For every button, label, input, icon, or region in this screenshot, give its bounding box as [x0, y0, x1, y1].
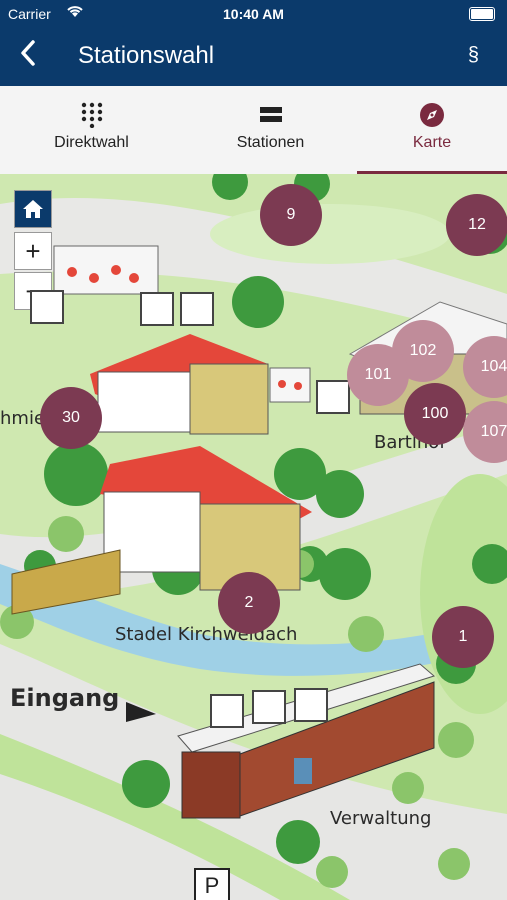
restroom-sign-icon — [252, 690, 286, 724]
baby-change-sign-icon — [180, 292, 214, 326]
map-label-eingang: Eingang — [10, 684, 120, 712]
tab-stationen-label: Stationen — [236, 134, 305, 151]
restroom-sign-icon — [140, 292, 174, 326]
navigation-bar: Stationswahl § — [0, 28, 507, 86]
dialpad-icon — [81, 102, 102, 128]
legal-button[interactable]: § — [468, 44, 479, 67]
zoom-in-button[interactable]: + — [14, 232, 52, 270]
back-button[interactable] — [18, 38, 38, 76]
compass-icon — [420, 103, 444, 127]
map-background — [0, 174, 507, 900]
flower-sign-icon — [316, 380, 350, 414]
map-view[interactable]: + − hmiede Bartlhof Stadel Kirchweidach … — [0, 174, 507, 900]
tab-stationen[interactable]: Stationen — [186, 86, 355, 174]
station-marker-30[interactable]: 30 — [40, 387, 102, 449]
battery-icon — [469, 7, 495, 21]
station-marker-9[interactable]: 9 — [260, 184, 322, 246]
parking-sign: P — [194, 868, 230, 900]
tab-bar: Direktwahl Stationen Karte — [0, 86, 507, 175]
status-bar: Carrier 10:40 AM — [0, 0, 507, 28]
station-marker-2[interactable]: 2 — [218, 572, 280, 634]
station-marker-101[interactable]: 101 — [347, 344, 409, 406]
station-marker-100[interactable]: 100 — [404, 383, 466, 445]
clock: 10:40 AM — [223, 6, 284, 22]
flower-sign-icon — [30, 290, 64, 324]
tab-direktwahl[interactable]: Direktwahl — [7, 86, 176, 174]
home-button[interactable] — [14, 190, 52, 228]
wc-accessible-sign-icon — [294, 688, 328, 722]
map-label-verwaltung: Verwaltung — [330, 808, 432, 829]
map-label-stadel-kirchweidach: Stadel Kirchweidach — [115, 624, 298, 645]
station-marker-1[interactable]: 1 — [432, 606, 494, 668]
home-icon — [23, 200, 43, 218]
tab-direktwahl-label: Direktwahl — [54, 134, 129, 151]
station-marker-12[interactable]: 12 — [446, 194, 507, 256]
tab-karte[interactable]: Karte — [357, 86, 507, 174]
tab-karte-label: Karte — [412, 134, 452, 151]
page-title: Stationswahl — [78, 42, 215, 69]
list-icon — [259, 107, 282, 122]
chevron-left-icon — [21, 40, 35, 66]
baby-change-sign-icon — [210, 694, 244, 728]
